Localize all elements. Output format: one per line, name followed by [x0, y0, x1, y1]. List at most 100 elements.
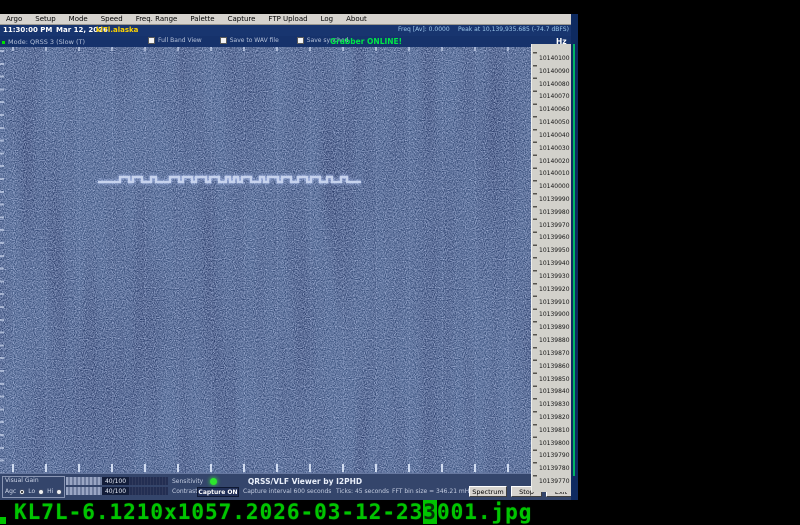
contrast-slider-fill	[66, 487, 102, 495]
time-gridline	[442, 47, 443, 473]
time-gridline	[178, 47, 179, 473]
contrast-value: 40/100	[102, 487, 129, 495]
scale-label: 10140060	[539, 106, 570, 114]
time-gridline	[46, 47, 47, 473]
argo-window: Argo Setup Mode Speed Freq. Range Palette Capt…	[0, 14, 578, 500]
scale-label: 10139910	[539, 298, 570, 306]
visual-gain-group: Visual Gain Agc Lo Hi	[2, 476, 65, 498]
menu-ftp-upload[interactable]: FTP Upload	[262, 15, 314, 23]
scale-label: 10139860	[539, 362, 570, 370]
checkbox-icon[interactable]	[148, 37, 155, 44]
capture-interval-label: Capture interval 600 seconds	[243, 488, 332, 495]
checkbox-save-to-wav-file[interactable]: Save to WAV file	[219, 37, 279, 44]
time-gridline	[244, 47, 245, 473]
scale-label: 10139990	[539, 196, 570, 204]
time-gridline	[310, 47, 311, 473]
scale-label: 10139950	[539, 247, 570, 255]
agc-label: Agc	[5, 488, 17, 495]
time-gridline	[376, 47, 377, 473]
time-gridline	[475, 47, 476, 473]
checkbox-icon[interactable]	[219, 37, 227, 44]
menu-palette[interactable]: Palette	[184, 15, 221, 23]
scale-label: 10139970	[539, 221, 570, 229]
scale-label: 10140000	[539, 183, 570, 191]
status-bar: 11:30:00 PM Mar 12, 2026 kl7l.alaska Fre…	[0, 25, 578, 36]
scale-label: 10140080	[539, 80, 570, 88]
time-gridline	[409, 47, 410, 473]
scale-label: 10140100	[539, 55, 570, 62]
contrast-slider[interactable]: 40/100	[66, 487, 168, 495]
capture-led-icon	[210, 478, 217, 485]
grabber-filename-text: KL7L-6.1210x1057.2026-03-12-233001.jpg	[14, 500, 532, 524]
scale-label: 10139920	[539, 285, 570, 293]
scale-label: 10139980	[539, 208, 570, 216]
scale-label: 10139790	[539, 452, 570, 460]
menu-about[interactable]: About	[340, 15, 374, 23]
checkbox-icon[interactable]	[296, 37, 304, 44]
menu-mode[interactable]: Mode	[63, 15, 95, 23]
time-gridline	[508, 47, 509, 473]
lo-radio[interactable]	[38, 488, 45, 495]
mode-readout: Mode: QRSS 3 (Slow (T)	[8, 38, 85, 46]
scale-label: 10139770	[539, 478, 570, 486]
spectrum-button[interactable]: Spectrum	[469, 486, 507, 497]
scale-label: 10140020	[539, 157, 570, 165]
frequency-scale: 10140100 10140090 10140080 10140070 10140060…	[531, 44, 571, 492]
scale-label: 10139870	[539, 349, 570, 357]
agc-radio[interactable]	[19, 488, 26, 495]
scale-label: 10140070	[539, 93, 570, 101]
scale-label: 10139830	[539, 401, 570, 409]
sensitivity-slider-track	[129, 477, 168, 485]
scale-label: 10139780	[539, 465, 570, 473]
time-gridline	[211, 47, 212, 473]
scale-label: 10139900	[539, 311, 570, 319]
scale-label: 10140010	[539, 170, 570, 178]
scale-edge-line	[573, 44, 575, 476]
main-area	[0, 47, 578, 473]
ticks-info-label: Ticks: 45 seconds	[336, 488, 390, 495]
bottom-control-bar: Visual Gain Agc Lo Hi 40/100 40/100 Sens…	[0, 473, 578, 500]
capture-on-button[interactable]: Capture ON	[197, 487, 239, 497]
scale-label: 10140090	[539, 67, 570, 75]
status-dot-icon	[2, 41, 5, 44]
scale-label: 10139880	[539, 337, 570, 345]
grabber-online-status: Grabber ONLINE!	[330, 37, 403, 46]
hi-radio[interactable]	[56, 488, 63, 495]
scale-label: 10139800	[539, 439, 570, 447]
sensitivity-slider[interactable]: 40/100	[66, 477, 168, 485]
scale-label: 10140030	[539, 144, 570, 152]
checkbox-label: Save to WAV file	[229, 37, 279, 44]
menu-setup[interactable]: Setup	[29, 15, 62, 23]
sensitivity-slider-fill	[66, 477, 102, 485]
scale-label: 10139940	[539, 260, 570, 268]
scale-label: 10139820	[539, 413, 570, 421]
menu-log[interactable]: Log	[315, 15, 341, 23]
checkbox-label: Full Band View	[158, 37, 202, 44]
scale-label: 10139960	[539, 234, 570, 242]
scale-label: 10140050	[539, 119, 570, 127]
menu-freq-range[interactable]: Freq. Range	[130, 15, 185, 23]
hi-label: Hi	[47, 488, 54, 495]
menu-capture[interactable]: Capture	[222, 15, 263, 23]
menu-argo[interactable]: Argo	[0, 15, 29, 23]
time-gridline	[13, 47, 14, 473]
lo-label: Lo	[28, 488, 36, 495]
scale-label: 10139840	[539, 388, 570, 396]
app-title: QRSS/VLF Viewer by I2PHD	[247, 477, 363, 486]
scale-label: 10139930	[539, 272, 570, 280]
menu-speed[interactable]: Speed	[95, 15, 130, 23]
time-gridline	[79, 47, 80, 473]
time-gridline	[145, 47, 146, 473]
filename-post: 001.jpg	[436, 500, 533, 524]
filename-pre: KL7L-6.1210x1057.2026-03-12-23	[14, 500, 424, 524]
peak-readout: Peak at 10,139,935.685 (-74.7 dBFS)	[458, 26, 569, 33]
time-gridline	[343, 47, 344, 473]
checkbox-full-band-view[interactable]: Full Band View	[148, 37, 202, 44]
menu-bar: Argo Setup Mode Speed Freq. Range Palette Capt…	[0, 14, 578, 25]
scale-label: 10140040	[539, 131, 570, 139]
window-right-border	[571, 14, 578, 500]
contrast-label: Contrast	[172, 488, 198, 495]
freq-average-readout: Freq [Av]: 0.0000	[398, 26, 450, 33]
clock-time: 11:30:00 PM	[3, 26, 53, 34]
scale-label: 10139850	[539, 375, 570, 383]
